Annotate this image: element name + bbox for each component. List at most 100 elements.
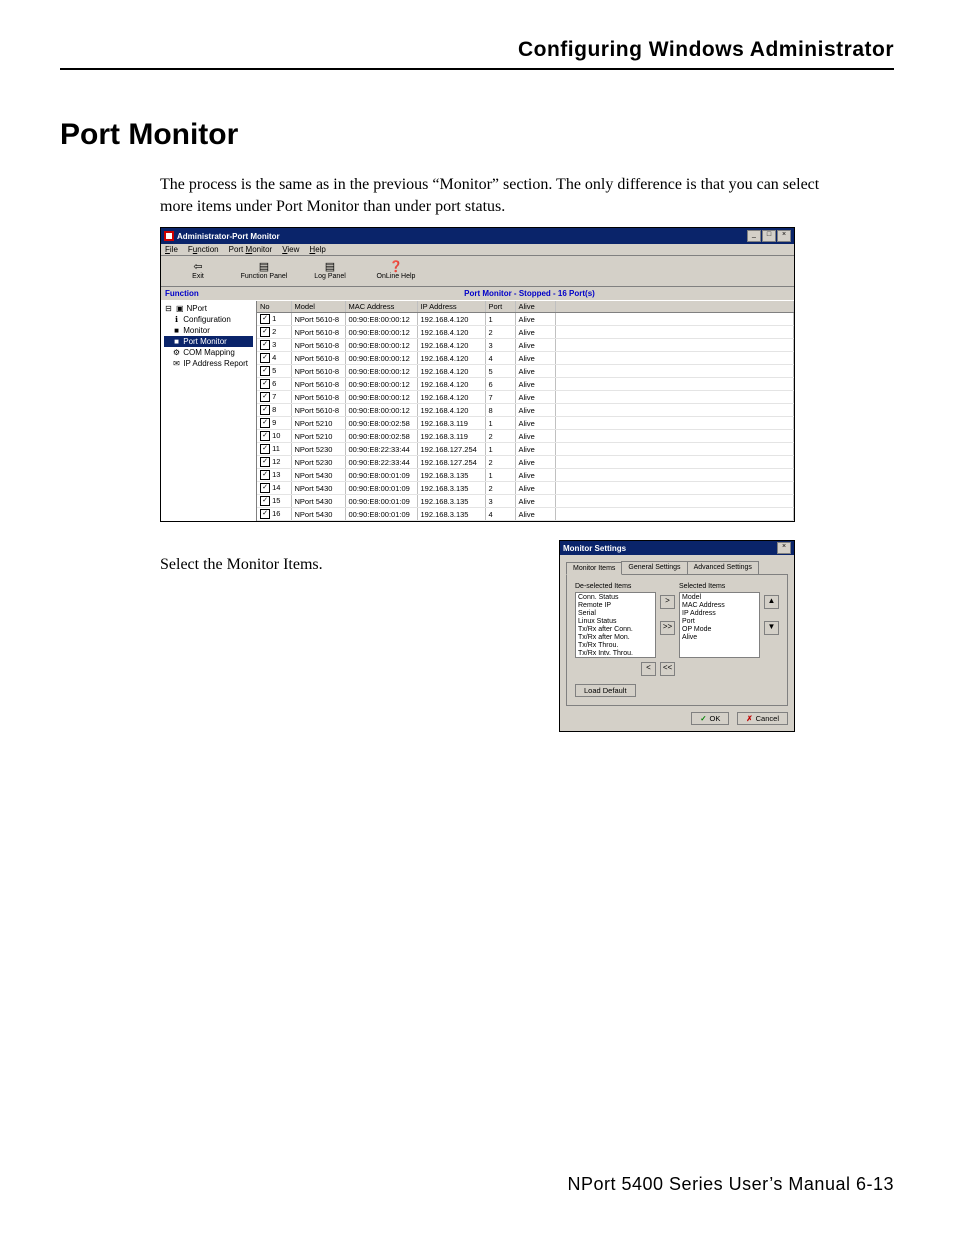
row-checkbox[interactable]: ✓ [260,340,270,350]
table-row[interactable]: ✓ 16NPort 543000:90:E8:00:01:09192.168.3… [257,508,794,521]
list-item[interactable]: Remote IP [578,602,653,610]
row-checkbox[interactable]: ✓ [260,470,270,480]
list-item[interactable]: Conn. Status [578,594,653,602]
table-row[interactable]: ✓ 11NPort 523000:90:E8:22:33:44192.168.1… [257,443,794,456]
col-no[interactable]: No [257,301,291,313]
tabs[interactable]: Monitor ItemsGeneral SettingsAdvanced Se… [566,561,788,575]
close-button[interactable]: × [777,230,791,242]
table-row[interactable]: ✓ 1NPort 5610-800:90:E8:00:00:12192.168.… [257,313,794,326]
table-row[interactable]: ✓ 9NPort 521000:90:E8:00:02:58192.168.3.… [257,417,794,430]
list-item[interactable]: Serial [578,610,653,618]
dialog-close-button[interactable]: × [777,542,791,554]
menu-help[interactable]: Help [309,245,325,254]
table-row[interactable]: ✓ 2NPort 5610-800:90:E8:00:00:12192.168.… [257,326,794,339]
tree-root[interactable]: ⊟ ▣ NPort ℹ Configuration■ Monitor■ Port… [164,303,253,369]
col-mac-address[interactable]: MAC Address [345,301,417,313]
col-ip-address[interactable]: IP Address [417,301,485,313]
list-item[interactable]: OP Mode [682,626,757,634]
table-row[interactable]: ✓ 3NPort 5610-800:90:E8:00:00:12192.168.… [257,339,794,352]
move-up-button[interactable]: ▲ [764,595,779,609]
col-port[interactable]: Port [485,301,515,313]
tree-item-com-mapping[interactable]: ⚙ COM Mapping [164,347,253,358]
table-row[interactable]: ✓ 13NPort 543000:90:E8:00:01:09192.168.3… [257,469,794,482]
function-tree[interactable]: ⊟ ▣ NPort ℹ Configuration■ Monitor■ Port… [161,301,257,521]
row-checkbox[interactable]: ✓ [260,418,270,428]
col-model[interactable]: Model [291,301,345,313]
row-checkbox[interactable]: ✓ [260,327,270,337]
cell-model: NPort 5610-8 [291,339,345,352]
tree-item-ip-address-report[interactable]: ✉ IP Address Report [164,358,253,369]
toolbar-online-help[interactable]: ❓OnLine Help [363,259,429,283]
list-item[interactable]: MAC Address [682,602,757,610]
ok-button[interactable]: ✓ OK [691,712,729,725]
toolbar-exit[interactable]: ⇦Exit [165,259,231,283]
cancel-button[interactable]: ✗ Cancel [737,712,788,725]
expand-icon[interactable]: ⊟ [164,303,173,314]
list-item[interactable]: Tx/Rx Intv. Throu. [578,650,653,658]
menu-port-monitor[interactable]: Port Monitor [229,245,273,254]
menu-function[interactable]: Function [188,245,219,254]
row-checkbox[interactable]: ✓ [260,314,270,324]
move-right-button[interactable]: > [660,595,675,609]
toolbar-log-panel[interactable]: ▤Log Panel [297,259,363,283]
tree-item-monitor[interactable]: ■ Monitor [164,325,253,336]
list-item[interactable]: Tx/Rx after Mon. [578,634,653,642]
maximize-button[interactable]: □ [762,230,776,242]
table-row[interactable]: ✓ 10NPort 521000:90:E8:00:02:58192.168.3… [257,430,794,443]
tree-icon: ✉ [172,358,181,369]
list-item[interactable]: IP Address [682,610,757,618]
row-checkbox[interactable]: ✓ [260,444,270,454]
row-checkbox[interactable]: ✓ [260,457,270,467]
menu-view[interactable]: View [282,245,299,254]
row-checkbox[interactable]: ✓ [260,483,270,493]
cell-alive: Alive [515,469,555,482]
row-checkbox[interactable]: ✓ [260,509,270,519]
port-grid[interactable]: NoModelMAC AddressIP AddressPortAlive ✓ … [257,301,794,521]
list-item[interactable]: Linux Status [578,618,653,626]
titlebar[interactable]: Administrator-Port Monitor _ □ × [161,228,794,244]
row-checkbox[interactable]: ✓ [260,353,270,363]
move-left-button[interactable]: < [641,662,656,676]
menu-file[interactable]: File [165,245,178,254]
dialog-titlebar[interactable]: Monitor Settings × [560,541,794,555]
deselected-listbox[interactable]: Conn. StatusRemote IPSerialLinux StatusT… [575,592,656,658]
list-item[interactable]: Port [682,618,757,626]
list-item[interactable]: Model [682,594,757,602]
table-row[interactable]: ✓ 6NPort 5610-800:90:E8:00:00:12192.168.… [257,378,794,391]
tab-advanced-settings[interactable]: Advanced Settings [687,561,759,574]
cell-no: 7 [272,392,276,401]
cell-port: 2 [485,456,515,469]
tree-item-port-monitor[interactable]: ■ Port Monitor [164,336,253,347]
tab-monitor-items[interactable]: Monitor Items [566,562,622,575]
table-row[interactable]: ✓ 7NPort 5610-800:90:E8:00:00:12192.168.… [257,391,794,404]
table-row[interactable]: ✓ 14NPort 543000:90:E8:00:01:09192.168.3… [257,482,794,495]
row-checkbox[interactable]: ✓ [260,431,270,441]
menubar[interactable]: File Function Port Monitor View Help [161,244,794,256]
col-extra[interactable] [555,301,794,313]
list-item[interactable]: Tx/Rx Throu. [578,642,653,650]
list-item[interactable]: Tx/Rx after Conn. [578,626,653,634]
cell-ip: 192.168.3.135 [417,469,485,482]
minimize-button[interactable]: _ [747,230,761,242]
move-down-button[interactable]: ▼ [764,621,779,635]
tab-general-settings[interactable]: General Settings [621,561,687,574]
row-checkbox[interactable]: ✓ [260,379,270,389]
table-row[interactable]: ✓ 12NPort 523000:90:E8:22:33:44192.168.1… [257,456,794,469]
row-checkbox[interactable]: ✓ [260,366,270,376]
table-row[interactable]: ✓ 4NPort 5610-800:90:E8:00:00:12192.168.… [257,352,794,365]
col-alive[interactable]: Alive [515,301,555,313]
tree-label: COM Mapping [183,348,235,357]
move-all-right-button[interactable]: >> [660,621,675,635]
load-default-button[interactable]: Load Default [575,684,636,697]
table-row[interactable]: ✓ 8NPort 5610-800:90:E8:00:00:12192.168.… [257,404,794,417]
list-item[interactable]: Alive [682,634,757,642]
row-checkbox[interactable]: ✓ [260,405,270,415]
table-row[interactable]: ✓ 5NPort 5610-800:90:E8:00:00:12192.168.… [257,365,794,378]
selected-listbox[interactable]: ModelMAC AddressIP AddressPortOP ModeAli… [679,592,760,658]
move-all-left-button[interactable]: << [660,662,675,676]
table-row[interactable]: ✓ 15NPort 543000:90:E8:00:01:09192.168.3… [257,495,794,508]
tree-item-configuration[interactable]: ℹ Configuration [164,314,253,325]
toolbar-function-panel[interactable]: ▤Function Panel [231,259,297,283]
row-checkbox[interactable]: ✓ [260,392,270,402]
row-checkbox[interactable]: ✓ [260,496,270,506]
